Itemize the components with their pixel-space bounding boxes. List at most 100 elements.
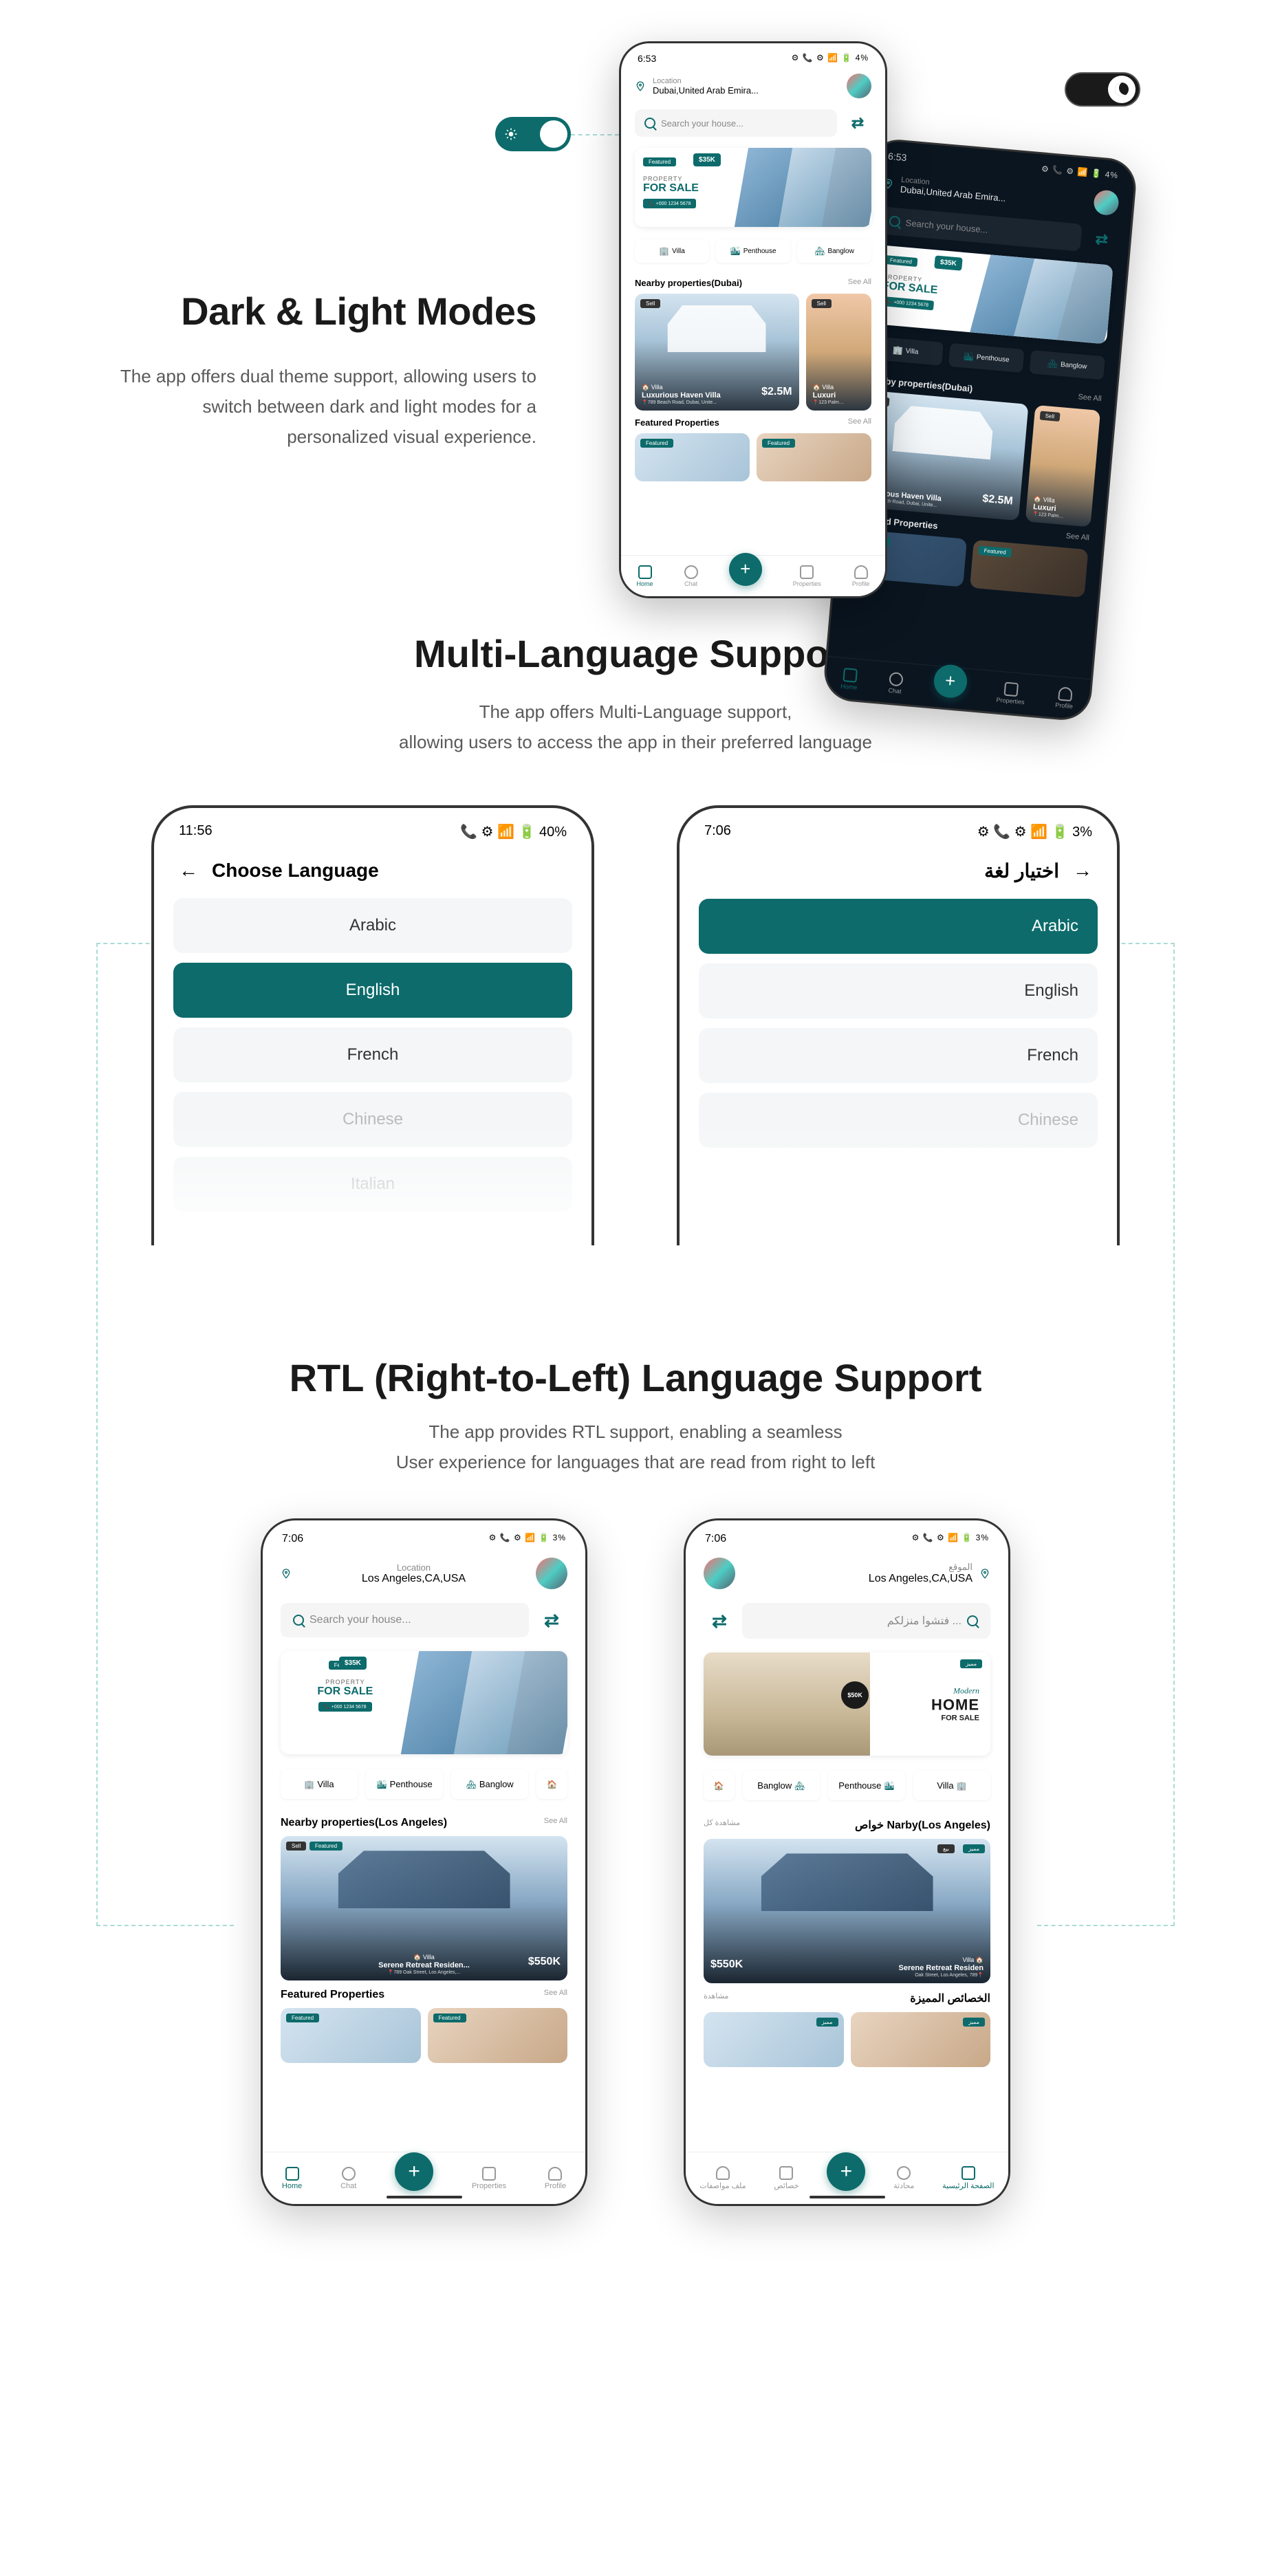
user-avatar[interactable] (847, 74, 871, 98)
light-mode-toggle[interactable] (495, 117, 571, 151)
property-card[interactable]: Featured (757, 433, 871, 481)
bottom-nav: Home Chat + Properties Profile (621, 555, 885, 596)
promo-banner[interactable]: $50K مميز Modern HOME FOR SALE (704, 1652, 990, 1756)
nav-profile[interactable]: Profile (852, 565, 870, 587)
location-value[interactable]: Los Angeles,CA,USA (298, 1573, 529, 1585)
lang-option-arabic[interactable]: Arabic (699, 899, 1098, 954)
see-all-link[interactable]: See All (1078, 393, 1102, 405)
property-card[interactable]: Sell 🏠 VillaLuxurious Haven Villa📍789 Be… (635, 294, 799, 411)
nav-home[interactable]: Home (282, 2167, 302, 2190)
category-more[interactable]: 🏠 (704, 1771, 735, 1800)
lang-option-english[interactable]: English (699, 963, 1098, 1018)
lang-option-arabic[interactable]: Arabic (173, 898, 572, 953)
rtl-phone-rtl: 7:06⚙ 📞 ⚙ 📶 🔋 3% الموقعLos Angeles,CA,US… (684, 1518, 1010, 2206)
property-card[interactable]: Sell 🏠 VillaLuxuri📍123 Palm… (806, 294, 871, 411)
banner-phone: 📞 +000 1234 5678 (880, 296, 934, 311)
nav-profile[interactable]: ملف مواصفات (699, 2166, 746, 2190)
banner-subtitle: PROPERTY (643, 175, 733, 182)
property-card[interactable]: Sell Featured 🏠 VillaSerene Retreat Resi… (281, 1836, 567, 1980)
status-time: 7:06 (705, 1533, 726, 1545)
status-icons: ⚙ 📞 ⚙ 📶 🔋 4% (1041, 164, 1118, 182)
property-card[interactable]: Featured (970, 540, 1088, 598)
nav-chat[interactable]: Chat (888, 671, 904, 695)
promo-banner[interactable]: Featured $35K PROPERTY FOR SALE 📞 +000 1… (871, 245, 1114, 345)
lang-option-english[interactable]: English (173, 963, 572, 1018)
fab-add[interactable]: + (933, 663, 968, 699)
lang-option-french[interactable]: French (173, 1027, 572, 1082)
promo-banner[interactable]: Featured $35K PROPERTY FOR SALE 📞 +000 1… (281, 1651, 567, 1754)
nav-profile[interactable]: Profile (1055, 686, 1074, 710)
property-card[interactable]: Sell 🏠 VillaLuxuri📍123 Palm… (1025, 405, 1100, 527)
search-input[interactable]: فتشوا منزلكم ... (742, 1603, 990, 1639)
fab-add[interactable]: + (729, 553, 762, 586)
location-value[interactable]: Dubai,United Arab Emira... (653, 85, 840, 96)
nav-properties[interactable]: Properties (472, 2167, 506, 2190)
nav-home[interactable]: Home (637, 565, 653, 587)
filter-button[interactable]: ⇄ (536, 1604, 567, 1636)
see-all-link[interactable]: See All (544, 1989, 567, 2001)
category-villa[interactable]: 🏢Villa (635, 239, 709, 263)
back-arrow-icon[interactable]: → (1073, 860, 1092, 882)
category-penthouse[interactable]: Penthouse🏙 (828, 1771, 905, 1800)
banner-phone: 📞 +000 1234 5678 (643, 199, 696, 208)
search-input[interactable]: Search your house... (281, 1603, 529, 1637)
category-villa[interactable]: 🏢Villa (281, 1769, 358, 1799)
property-card[interactable]: مميز (851, 2012, 991, 2067)
featured-title: الخصائص المميزة (910, 1991, 990, 2005)
nearby-title: خواص Narby(Los Angeles) (855, 1818, 990, 1832)
fab-add[interactable]: + (395, 2152, 433, 2191)
status-icons: ⚙ 📞 ⚙ 📶 🔋 3% (977, 823, 1092, 840)
sell-badge: Sell (640, 299, 660, 308)
nav-home[interactable]: Home (840, 667, 859, 690)
nav-chat[interactable]: Chat (684, 565, 698, 587)
nearby-title: Nearby properties(Los Angeles) (281, 1817, 447, 1829)
category-penthouse[interactable]: 🏙Penthouse (716, 239, 790, 263)
section1-title: Dark & Light Modes (96, 289, 536, 334)
status-icons: ⚙ 📞 ⚙ 📶 🔋 3% (912, 1533, 989, 1545)
see-all-link[interactable]: See All (848, 278, 871, 288)
promo-banner[interactable]: Featured $35K PROPERTY FOR SALE 📞 +000 1… (635, 148, 871, 227)
user-avatar[interactable] (704, 1558, 735, 1589)
see-all-link[interactable]: See All (1065, 532, 1089, 544)
nav-profile[interactable]: Profile (545, 2167, 566, 2190)
nav-properties[interactable]: Properties (996, 681, 1026, 705)
search-icon (293, 1615, 304, 1626)
property-card[interactable]: Featured (635, 433, 750, 481)
category-banglow[interactable]: 🏘Banglow (797, 239, 871, 263)
nav-chat[interactable]: محادثة (893, 2166, 914, 2190)
category-villa[interactable]: Villa🏢 (913, 1771, 990, 1800)
see-all-link[interactable]: See All (544, 1817, 567, 1829)
property-card[interactable]: Featured (428, 2008, 568, 2063)
status-time: 11:56 (179, 823, 213, 840)
filter-button[interactable]: ⇄ (704, 1605, 735, 1637)
category-banglow[interactable]: 🏘Banglow (1029, 350, 1105, 380)
search-icon (889, 215, 900, 227)
price-tag: $35K (339, 1657, 367, 1670)
lang-option-french[interactable]: French (699, 1028, 1098, 1083)
category-penthouse[interactable]: 🏙Penthouse (366, 1769, 443, 1799)
search-input[interactable]: Search your house... (635, 109, 837, 137)
see-all-link[interactable]: مشاهدة كل (704, 1818, 740, 1832)
fab-add[interactable]: + (827, 2152, 865, 2191)
dark-mode-toggle[interactable] (1065, 72, 1140, 107)
location-value[interactable]: Los Angeles,CA,USA (742, 1573, 973, 1585)
filter-button[interactable]: ⇄ (1087, 225, 1116, 254)
nav-properties[interactable]: خصائص (774, 2166, 799, 2190)
see-all-link[interactable]: مشاهدة (704, 1991, 728, 2005)
category-banglow[interactable]: Banglow🏘 (743, 1771, 820, 1800)
property-card[interactable]: Featured (281, 2008, 421, 2063)
filter-button[interactable]: ⇄ (844, 109, 871, 137)
property-card[interactable]: مميز (704, 2012, 844, 2067)
nav-properties[interactable]: Properties (793, 565, 821, 587)
category-penthouse[interactable]: 🏙Penthouse (948, 343, 1025, 373)
see-all-link[interactable]: See All (848, 417, 871, 428)
property-card[interactable]: مميز بيع Villa 🏠Serene Retreat ResidenOa… (704, 1839, 990, 1983)
back-arrow-icon[interactable]: ← (179, 860, 198, 882)
user-avatar[interactable] (536, 1558, 567, 1589)
user-avatar[interactable] (1093, 189, 1120, 216)
category-more[interactable]: 🏠 (536, 1769, 567, 1799)
nav-chat[interactable]: Chat (340, 2167, 356, 2190)
category-banglow[interactable]: 🏘Banglow (451, 1769, 528, 1799)
screen-title: اختيار لغة (984, 860, 1059, 882)
nav-home[interactable]: الصفحة الرئيسية (942, 2166, 994, 2190)
